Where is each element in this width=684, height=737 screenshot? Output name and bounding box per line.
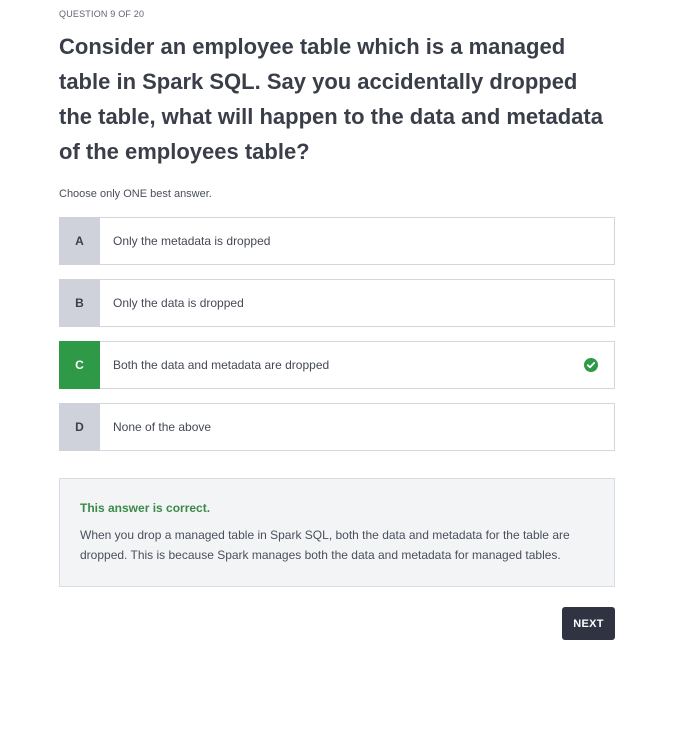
question-text: Consider an employee table which is a ma… bbox=[59, 34, 603, 164]
feedback-explanation: When you drop a managed table in Spark S… bbox=[80, 528, 570, 562]
option-c[interactable]: C Both the data and metadata are dropped bbox=[59, 341, 615, 389]
option-text: None of the above bbox=[113, 420, 212, 434]
feedback-title: This answer is correct. bbox=[80, 501, 211, 515]
option-b[interactable]: B Only the data is dropped bbox=[59, 279, 615, 327]
option-letter: C bbox=[59, 341, 100, 389]
option-d[interactable]: D None of the above bbox=[59, 403, 615, 451]
option-text: Only the data is dropped bbox=[113, 296, 244, 310]
question-counter: QUESTION 9 OF 20 bbox=[59, 9, 145, 19]
option-letter: B bbox=[59, 279, 100, 327]
option-letter: D bbox=[59, 403, 100, 451]
option-letter: A bbox=[59, 217, 100, 265]
answer-options: A Only the metadata is dropped B Only th… bbox=[59, 217, 615, 465]
option-text: Both the data and metadata are dropped bbox=[113, 358, 330, 372]
feedback-panel: This answer is correct. When you drop a … bbox=[59, 478, 615, 587]
option-text: Only the metadata is dropped bbox=[113, 234, 271, 248]
answer-instruction: Choose only ONE best answer. bbox=[59, 188, 212, 200]
option-a[interactable]: A Only the metadata is dropped bbox=[59, 217, 615, 265]
next-button[interactable]: NEXT bbox=[562, 607, 615, 640]
check-circle-icon bbox=[584, 358, 598, 372]
